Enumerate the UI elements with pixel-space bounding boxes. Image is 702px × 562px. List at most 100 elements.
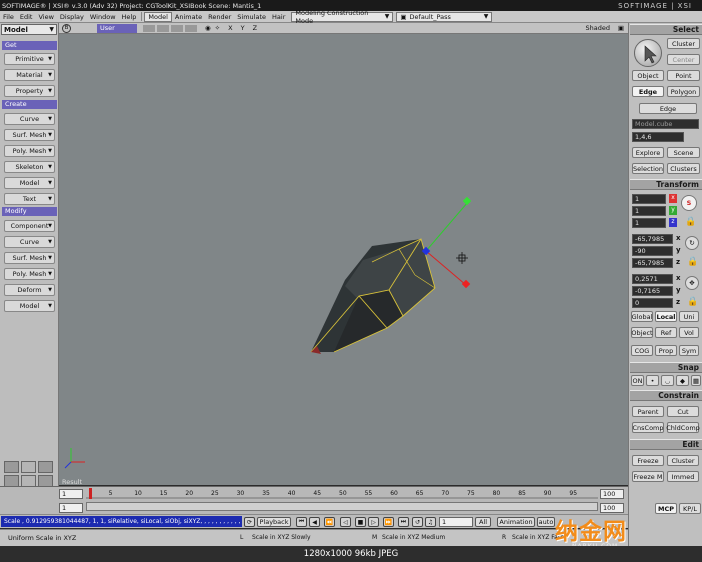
snap-grid-icon[interactable]: ▦ bbox=[691, 375, 701, 386]
scale-lock-icon[interactable]: 🔒 bbox=[685, 217, 696, 227]
get-primitive-button[interactable]: Primitive ▼ bbox=[4, 53, 55, 65]
manipulator-x-handle[interactable] bbox=[461, 279, 471, 289]
immediate-button[interactable]: Immed bbox=[667, 471, 699, 482]
rotate-y-field[interactable]: -90 bbox=[632, 246, 673, 256]
menu-display[interactable]: Display bbox=[57, 13, 87, 21]
layout-quad-icon[interactable] bbox=[38, 461, 53, 473]
chldcomp-button[interactable]: ChldComp bbox=[666, 422, 700, 433]
stop-icon[interactable]: ■ bbox=[355, 517, 366, 527]
cluster-button[interactable]: Cluster bbox=[667, 38, 700, 49]
object-select-button[interactable]: Object bbox=[632, 70, 664, 81]
menu-model[interactable]: Model bbox=[144, 11, 172, 22]
frame-all-icon[interactable]: ✧ bbox=[215, 24, 220, 32]
view-tool-icon[interactable] bbox=[171, 24, 183, 32]
freeze-button[interactable]: Freeze bbox=[632, 455, 664, 466]
go-to-start-icon[interactable]: ⏮ bbox=[296, 517, 307, 527]
menu-help[interactable]: Help bbox=[119, 13, 140, 21]
rotate-x-field[interactable]: -65,7985 bbox=[632, 234, 673, 244]
modify-component-button[interactable]: Component ▼ bbox=[4, 220, 55, 232]
view-tool-icon[interactable] bbox=[157, 24, 169, 32]
freeze-cluster-button[interactable]: Cluster bbox=[667, 455, 699, 466]
toolbar-mode-dropdown[interactable]: Model ▼ bbox=[1, 24, 57, 35]
translate-lock-icon[interactable]: 🔒 bbox=[687, 297, 698, 307]
mcp-tab[interactable]: MCP bbox=[655, 503, 677, 514]
translate-y-field[interactable]: -0,7165 bbox=[632, 286, 673, 296]
create-curve-button[interactable]: Curve ▼ bbox=[4, 113, 55, 125]
get-property-button[interactable]: Property ▼ bbox=[4, 85, 55, 97]
rotate-tool-button[interactable]: ↻ bbox=[685, 236, 699, 250]
loop-icon[interactable]: ↺ bbox=[412, 517, 423, 527]
rotate-z-field[interactable]: -65,7985 bbox=[632, 258, 673, 268]
modify-surf-mesh-button[interactable]: Surf. Mesh ▼ bbox=[4, 252, 55, 264]
play-forward-icon[interactable]: ▷ bbox=[368, 517, 379, 527]
pass-dropdown[interactable]: ▣ Default_Pass ▼ bbox=[396, 11, 493, 22]
scale-z-field[interactable]: 1 bbox=[632, 218, 666, 228]
rewind-icon[interactable]: ⏪ bbox=[324, 517, 335, 527]
create-model-button[interactable]: Model ▼ bbox=[4, 177, 55, 189]
menu-render[interactable]: Render bbox=[205, 13, 234, 21]
view-tool-icon[interactable] bbox=[185, 24, 197, 32]
current-frame-field[interactable]: 1 bbox=[439, 517, 473, 527]
explore-button[interactable]: Explore bbox=[632, 147, 664, 158]
proportional-button[interactable]: Prop bbox=[655, 345, 677, 356]
animation-menu-button[interactable]: Animation bbox=[497, 517, 535, 527]
menu-edit[interactable]: Edit bbox=[17, 13, 36, 21]
kpl-tab[interactable]: KP/L bbox=[679, 503, 701, 514]
play-backward-icon[interactable]: ◁ bbox=[340, 517, 351, 527]
fast-forward-icon[interactable]: ⏩ bbox=[383, 517, 394, 527]
cut-button[interactable]: Cut bbox=[667, 406, 699, 417]
maximize-viewport-icon[interactable]: ▣ bbox=[618, 24, 624, 32]
create-poly-mesh-button[interactable]: Poly. Mesh ▼ bbox=[4, 145, 55, 157]
menu-file[interactable]: File bbox=[0, 13, 17, 21]
modify-poly-mesh-button[interactable]: Poly. Mesh ▼ bbox=[4, 268, 55, 280]
selection-index-field[interactable]: 1,4,6 bbox=[632, 132, 684, 142]
menu-simulate[interactable]: Simulate bbox=[234, 13, 269, 21]
start-frame-field[interactable]: 1 bbox=[59, 489, 83, 499]
modify-deform-button[interactable]: Deform ▼ bbox=[4, 284, 55, 296]
menu-hair[interactable]: Hair bbox=[269, 13, 288, 21]
layout-single-icon[interactable] bbox=[4, 461, 19, 473]
playback-menu-button[interactable]: Playback bbox=[257, 517, 291, 527]
snap-on-toggle[interactable]: ON bbox=[631, 375, 644, 386]
create-skeleton-button[interactable]: Skeleton ▼ bbox=[4, 161, 55, 173]
ref-button[interactable]: Ref bbox=[655, 327, 677, 338]
rotate-lock-icon[interactable]: 🔒 bbox=[687, 257, 698, 267]
point-select-button[interactable]: Point bbox=[667, 70, 700, 81]
center-button[interactable]: Center bbox=[667, 54, 700, 65]
scale-y-field[interactable]: 1 bbox=[632, 206, 666, 216]
scale-y-axis-toggle[interactable]: y bbox=[669, 206, 677, 215]
viewport-letter-button[interactable]: B bbox=[62, 23, 71, 33]
scale-x-axis-toggle[interactable]: x bbox=[669, 194, 677, 203]
translate-tool-button[interactable]: ✥ bbox=[685, 276, 699, 290]
construction-mode-dropdown[interactable]: Modeling Construction Mode ▼ bbox=[291, 9, 394, 25]
all-button[interactable]: All bbox=[475, 517, 491, 527]
snap-surface-icon[interactable]: ◆ bbox=[676, 375, 689, 386]
create-surf-mesh-button[interactable]: Surf. Mesh ▼ bbox=[4, 129, 55, 141]
selection-button[interactable]: Selection bbox=[632, 163, 664, 174]
cnscomp-button[interactable]: CnsComp bbox=[632, 422, 664, 433]
menu-window[interactable]: Window bbox=[87, 13, 119, 21]
translate-x-field[interactable]: 0,2571 bbox=[632, 274, 673, 284]
translate-z-field[interactable]: 0 bbox=[632, 298, 673, 308]
volume-button[interactable]: Vol bbox=[679, 327, 699, 338]
go-to-end-icon[interactable]: ⏭ bbox=[398, 517, 409, 527]
uniform-button[interactable]: Uni bbox=[679, 311, 699, 322]
object-reference-button[interactable]: Object bbox=[631, 327, 653, 338]
auto-key-button[interactable]: auto bbox=[537, 517, 555, 527]
layout-split-icon[interactable] bbox=[21, 461, 36, 473]
scale-tool-button[interactable]: S bbox=[681, 195, 697, 211]
scene-button[interactable]: Scene bbox=[667, 147, 700, 158]
local-reference-button[interactable]: Local bbox=[655, 311, 677, 322]
menu-animate[interactable]: Animate bbox=[172, 13, 205, 21]
camera-dropdown[interactable]: User bbox=[97, 23, 137, 33]
snap-point-icon[interactable]: • bbox=[646, 375, 659, 386]
get-material-button[interactable]: Material ▼ bbox=[4, 69, 55, 81]
freeze-m-button[interactable]: Freeze M bbox=[632, 471, 664, 482]
symmetry-button[interactable]: Sym bbox=[679, 345, 699, 356]
script-command-line[interactable]: Scale , 0.912959381044487, 1, 1, siRelat… bbox=[1, 516, 242, 527]
audio-icon[interactable]: ♫ bbox=[425, 517, 436, 527]
manipulator-y-handle[interactable] bbox=[462, 196, 472, 206]
time-range-slider[interactable] bbox=[86, 502, 598, 511]
menu-view[interactable]: View bbox=[35, 13, 56, 21]
range-start-field[interactable]: 1 bbox=[59, 503, 83, 513]
